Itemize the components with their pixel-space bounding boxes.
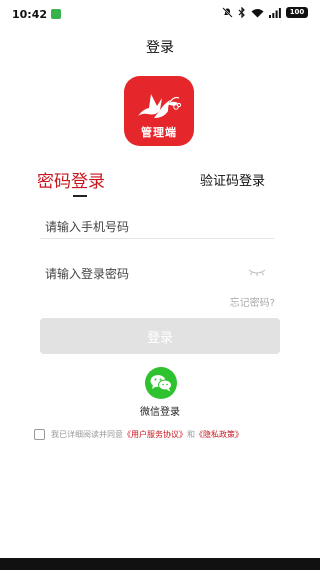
battery-level: 100 <box>289 8 305 16</box>
user-agreement-link[interactable]: 《用户服务协议》 <box>123 429 187 440</box>
battery-icon: 100 <box>286 7 308 18</box>
bluetooth-icon <box>238 7 245 18</box>
privacy-policy-link[interactable]: 《隐私政策》 <box>195 429 243 440</box>
agreement-checkbox[interactable] <box>34 429 45 440</box>
wechat-login-label: 微信登录 <box>140 407 180 418</box>
agreement-and: 和 <box>187 430 195 439</box>
agreement-prefix: 我已详细阅读并同意 <box>51 430 123 439</box>
status-icons: 100 <box>222 7 308 18</box>
wechat-login-button[interactable] <box>145 367 177 399</box>
notification-icon <box>51 9 61 19</box>
status-bar: 10:42 100 <box>0 0 320 28</box>
signal-icon <box>269 7 281 18</box>
status-time: 10:42 <box>12 8 48 21</box>
tab-sms-login[interactable]: 验证码登录 <box>200 170 265 189</box>
tab-active-indicator <box>73 195 87 197</box>
app-logo: 管理端 <box>124 76 194 146</box>
navigation-bar <box>0 558 320 570</box>
page-title: 登录 <box>146 40 174 56</box>
login-button[interactable]: 登录 <box>40 318 280 354</box>
wifi-icon <box>251 8 264 17</box>
login-screen: 10:42 100 登录 管理端 密码登录 验证码登录 请输入手机号码 忘记密码… <box>0 0 320 570</box>
wechat-icon <box>150 375 172 392</box>
mute-icon <box>222 7 233 18</box>
phone-divider <box>40 238 274 239</box>
tab-password-login[interactable]: 密码登录 <box>37 167 105 192</box>
phone-input[interactable] <box>45 213 275 241</box>
logo-text: 管理端 <box>141 126 177 139</box>
password-input[interactable] <box>45 260 235 288</box>
eye-closed-icon[interactable] <box>248 268 266 276</box>
agreement-row: 我已详细阅读并同意 《用户服务协议》 和 《隐私政策》 <box>34 429 243 440</box>
forgot-password-link[interactable]: 忘记密码? <box>230 294 275 309</box>
